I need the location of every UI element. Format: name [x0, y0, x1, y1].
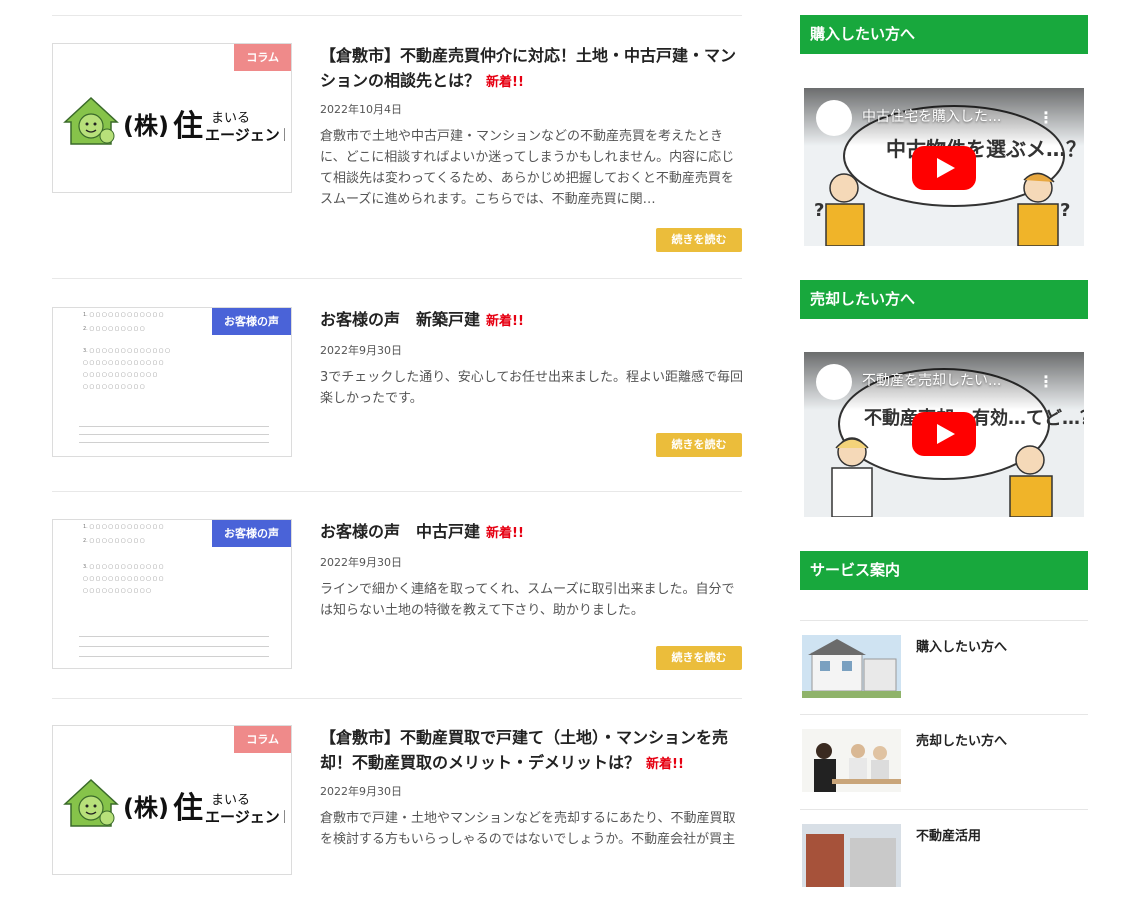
- buy-video-embed[interactable]: 中古物件を選ぶメ…？ ? ? 中古住宅を購入した... ⋮: [804, 88, 1084, 246]
- service-item-sell[interactable]: 売却したい方へ: [800, 714, 1088, 808]
- svg-text:エージェント: エージェント: [205, 808, 285, 826]
- post-thumbnail[interactable]: (株) 住 まいる エージェント コラム: [52, 43, 292, 193]
- post-date: 2022年10月4日: [320, 103, 402, 116]
- post-thumbnail[interactable]: 1. ▢ ▢ ▢ ▢ ▢ ▢ ▢ ▢ ▢ ▢ ▢ ▢ 2. ▢ ▢ ▢ ▢ ▢ …: [52, 519, 292, 669]
- read-more-button[interactable]: 続きを読む: [656, 433, 742, 457]
- svg-text:?: ?: [814, 200, 824, 221]
- new-label: 新着!!: [646, 757, 684, 772]
- service-image-building: [802, 824, 901, 887]
- post-divider: [52, 278, 742, 279]
- more-options-icon[interactable]: ⋮: [1038, 372, 1054, 391]
- post-card: 1. ▢ ▢ ▢ ▢ ▢ ▢ ▢ ▢ ▢ ▢ ▢ ▢ 2. ▢ ▢ ▢ ▢ ▢ …: [52, 519, 742, 679]
- service-image-meeting: [802, 729, 901, 792]
- survey-sheet-text: ▢ ▢ ▢ ▢ ▢ ▢ ▢ ▢ ▢ ▢ ▢ ▢: [83, 372, 158, 378]
- post-title[interactable]: 【倉敷市】不動産売買仲介に対応！土地・中古戸建・マンションの相談先とは？ 新着!!: [320, 43, 744, 95]
- service-item-use[interactable]: 不動産活用: [800, 809, 1088, 903]
- service-label[interactable]: 不動産活用: [916, 825, 981, 844]
- buy-heading: 購入したい方へ: [800, 15, 1088, 54]
- post-excerpt: 倉敷市で戸建・土地やマンションなどを売却するにあたり、不動産買取を検討する方もい…: [320, 811, 736, 847]
- service-label[interactable]: 購入したい方へ: [916, 636, 1007, 655]
- new-label: 新着!!: [486, 75, 524, 90]
- handwriting-line: [79, 442, 269, 443]
- channel-avatar[interactable]: [816, 364, 852, 400]
- handwriting-line: [79, 656, 269, 657]
- survey-sheet-text: ▢ ▢ ▢ ▢ ▢ ▢ ▢ ▢ ▢ ▢ ▢ ▢ ▢: [83, 360, 164, 366]
- category-badge[interactable]: コラム: [234, 44, 291, 71]
- survey-sheet-text: 2. ▢ ▢ ▢ ▢ ▢ ▢ ▢ ▢ ▢: [83, 538, 145, 544]
- category-badge[interactable]: コラム: [234, 726, 291, 753]
- video-title[interactable]: 不動産を売却したい...: [862, 370, 1042, 390]
- survey-sheet-text: 1. ▢ ▢ ▢ ▢ ▢ ▢ ▢ ▢ ▢ ▢ ▢ ▢: [83, 312, 164, 318]
- svg-text:住: 住: [173, 791, 203, 826]
- sell-heading: 売却したい方へ: [800, 280, 1088, 319]
- read-more-button[interactable]: 続きを読む: [656, 646, 742, 670]
- handwriting-line: [79, 646, 269, 647]
- svg-text:まいる: まいる: [211, 793, 250, 808]
- svg-text:住: 住: [173, 109, 203, 144]
- handwriting-line: [79, 434, 269, 435]
- post-title[interactable]: 【倉敷市】不動産買取で戸建て（土地）・マンションを売却！不動産買取のメリット・デ…: [320, 725, 744, 777]
- company-logo: (株) 住 まいる エージェント: [63, 778, 285, 827]
- post-date: 2022年9月30日: [320, 556, 402, 569]
- post-date: 2022年9月30日: [320, 344, 402, 357]
- service-label[interactable]: 売却したい方へ: [916, 730, 1007, 749]
- handwriting-line: [79, 426, 269, 427]
- survey-sheet-text: ▢ ▢ ▢ ▢ ▢ ▢ ▢ ▢ ▢ ▢ ▢ ▢ ▢: [83, 576, 164, 582]
- new-label: 新着!!: [486, 314, 524, 329]
- survey-sheet-text: 3. ▢ ▢ ▢ ▢ ▢ ▢ ▢ ▢ ▢ ▢ ▢ ▢ ▢: [83, 348, 170, 354]
- category-badge[interactable]: お客様の声: [212, 308, 291, 335]
- svg-text:(株): (株): [123, 112, 169, 140]
- post-card: 1. ▢ ▢ ▢ ▢ ▢ ▢ ▢ ▢ ▢ ▢ ▢ ▢ 2. ▢ ▢ ▢ ▢ ▢ …: [52, 307, 744, 467]
- post-date: 2022年9月30日: [320, 785, 402, 798]
- company-logo: (株) 住 まいる エージェント: [63, 96, 285, 145]
- survey-sheet-text: ▢ ▢ ▢ ▢ ▢ ▢ ▢ ▢ ▢ ▢ ▢: [83, 588, 151, 594]
- read-more-button[interactable]: 続きを読む: [656, 228, 742, 252]
- play-button-icon[interactable]: [912, 412, 976, 456]
- top-divider: [52, 15, 742, 16]
- svg-text:?: ?: [1060, 200, 1070, 221]
- post-divider: [52, 698, 742, 699]
- category-badge[interactable]: お客様の声: [212, 520, 291, 547]
- more-options-icon[interactable]: ⋮: [1038, 108, 1054, 127]
- survey-sheet-text: 3. ▢ ▢ ▢ ▢ ▢ ▢ ▢ ▢ ▢ ▢ ▢ ▢: [83, 564, 164, 570]
- play-button-icon[interactable]: [912, 146, 976, 190]
- svg-text:エージェント: エージェント: [205, 126, 285, 144]
- service-divider: [800, 620, 1088, 621]
- handwriting-line: [79, 636, 269, 637]
- new-label: 新着!!: [486, 526, 524, 541]
- post-title[interactable]: お客様の声 新築戸建 新着!!: [320, 307, 744, 334]
- survey-sheet-text: 2. ▢ ▢ ▢ ▢ ▢ ▢ ▢ ▢ ▢: [83, 326, 145, 332]
- post-excerpt: 3でチェックした通り、安心してお任せ出来ました。程よい距離感で毎回楽しかったです…: [320, 370, 743, 406]
- post-card: (株) 住 まいる エージェント コラム 【倉敷市】不動産買取で戸建て（土地）・…: [52, 725, 744, 875]
- post-card: (株) 住 まいる エージェント コラム 【倉敷市】不動産売買仲介に対応！土地・…: [52, 43, 742, 258]
- service-divider: [800, 714, 1088, 715]
- svg-text:(株): (株): [123, 794, 169, 822]
- post-divider: [52, 491, 742, 492]
- video-title[interactable]: 中古住宅を購入した...: [862, 106, 1042, 126]
- post-thumbnail[interactable]: (株) 住 まいる エージェント コラム: [52, 725, 292, 875]
- post-title[interactable]: お客様の声 中古戸建 新着!!: [320, 519, 744, 546]
- post-excerpt: 倉敷市で土地や中古戸建・マンションなどの不動産売買を考えたときに、どこに相談すれ…: [320, 129, 735, 207]
- post-excerpt: ラインで細かく連絡を取ってくれ、スムーズに取引出来ました。自分では知らない土地の…: [320, 582, 735, 618]
- svg-text:まいる: まいる: [211, 111, 250, 126]
- sell-video-embed[interactable]: 不動産売却・有効…てど…？ 不動産を売却したい... ⋮: [804, 352, 1084, 517]
- service-divider: [800, 809, 1088, 810]
- survey-sheet-text: 1. ▢ ▢ ▢ ▢ ▢ ▢ ▢ ▢ ▢ ▢ ▢ ▢: [83, 524, 164, 530]
- survey-sheet-text: ▢ ▢ ▢ ▢ ▢ ▢ ▢ ▢ ▢ ▢: [83, 384, 145, 390]
- service-heading: サービス案内: [800, 551, 1088, 590]
- post-thumbnail[interactable]: 1. ▢ ▢ ▢ ▢ ▢ ▢ ▢ ▢ ▢ ▢ ▢ ▢ 2. ▢ ▢ ▢ ▢ ▢ …: [52, 307, 292, 457]
- service-item-buy[interactable]: 購入したい方へ: [800, 620, 1088, 714]
- service-image-house: [802, 635, 901, 698]
- channel-avatar[interactable]: [816, 100, 852, 136]
